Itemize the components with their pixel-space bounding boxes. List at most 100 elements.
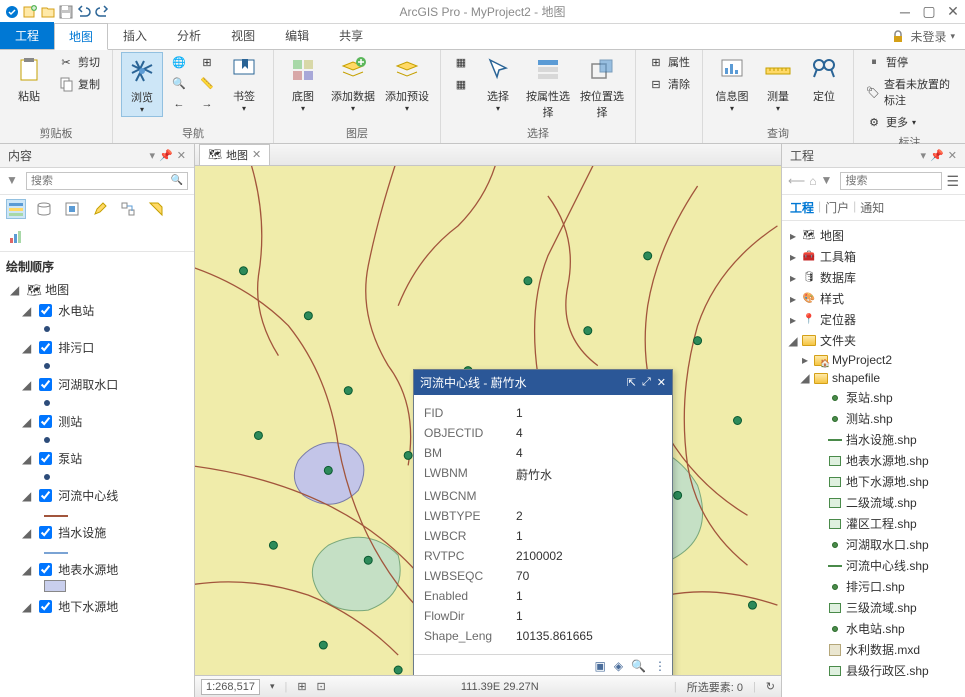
toc-layer[interactable]: ◢ 地下水源地 bbox=[22, 598, 188, 615]
toc-layer[interactable]: ◢ 河湖取水口 bbox=[22, 376, 188, 393]
project-file[interactable]: 测站.shp bbox=[786, 408, 961, 429]
list-by-chart-icon[interactable] bbox=[6, 227, 26, 247]
nav-full-extent[interactable]: 🌐 bbox=[167, 52, 191, 72]
filter-icon[interactable]: ▼ bbox=[820, 173, 836, 189]
auto-hide-icon[interactable]: ▾ bbox=[150, 149, 156, 162]
select-tool2[interactable]: ▦ bbox=[449, 74, 473, 94]
project-folder[interactable]: ▸🏠MyProject2 bbox=[786, 351, 961, 369]
pin-icon[interactable]: 📌 bbox=[159, 149, 173, 162]
project-folder[interactable]: ◢shapefile bbox=[786, 369, 961, 387]
project-file[interactable]: 地表水源地.shp bbox=[786, 450, 961, 471]
undo-icon[interactable] bbox=[76, 4, 92, 20]
project-file[interactable]: 挡水设施.shp bbox=[786, 429, 961, 450]
collapse-icon[interactable]: ◢ bbox=[22, 378, 31, 392]
collapse-icon[interactable]: ◢ bbox=[22, 526, 31, 540]
project-file[interactable]: 河流中心线.shp bbox=[786, 555, 961, 576]
popup-close-icon[interactable]: ✕ bbox=[657, 376, 666, 389]
project-root-item[interactable]: ▸📍定位器 bbox=[786, 309, 961, 330]
layer-visibility-checkbox[interactable] bbox=[39, 526, 52, 539]
list-by-editing-icon[interactable] bbox=[90, 199, 110, 219]
collapse-icon[interactable]: ◢ bbox=[800, 371, 810, 385]
copy-button[interactable]: 复制 bbox=[54, 74, 104, 94]
redo-icon[interactable] bbox=[94, 4, 110, 20]
add-data-button[interactable]: 添加数据▾ bbox=[328, 52, 378, 115]
clear-selection-button[interactable]: ⊟清除 bbox=[644, 74, 694, 94]
map-canvas[interactable]: 河流中心线 - 蔚竹水 ⇱ ⤢ ✕ FID1OBJECTID4BM4LWBNM蔚… bbox=[195, 166, 781, 675]
collapse-icon[interactable]: ◢ bbox=[22, 489, 31, 503]
project-root-item[interactable]: ▸🎨样式 bbox=[786, 288, 961, 309]
popup-zoom-icon[interactable]: 🔍 bbox=[631, 659, 646, 673]
scale-tool-icon[interactable]: ⊞ bbox=[297, 680, 306, 693]
nav-zoom-tool[interactable]: 🔍 bbox=[167, 73, 191, 93]
select-button[interactable]: 选择▾ bbox=[477, 52, 519, 115]
layer-visibility-checkbox[interactable] bbox=[39, 415, 52, 428]
project-search-input[interactable] bbox=[840, 172, 942, 190]
cut-button[interactable]: ✂剪切 bbox=[54, 52, 104, 72]
popup-menu-icon[interactable]: ⋮ bbox=[654, 659, 666, 673]
project-root-item[interactable]: ▸🗺地图 bbox=[786, 225, 961, 246]
project-file[interactable]: 灌区工程.shp bbox=[786, 513, 961, 534]
project-file[interactable]: 地下水源地.shp bbox=[786, 471, 961, 492]
toc-layer[interactable]: ◢ 泵站 bbox=[22, 450, 188, 467]
select-by-attr-button[interactable]: 按属性选择 bbox=[523, 52, 573, 122]
list-by-source-icon[interactable] bbox=[34, 199, 54, 219]
expand-icon[interactable]: ▸ bbox=[788, 250, 798, 264]
list-by-drawing-order-icon[interactable] bbox=[6, 199, 26, 219]
project-file[interactable]: 河湖取水口.shp bbox=[786, 534, 961, 555]
nav-back-icon[interactable]: ⟵ bbox=[788, 174, 805, 188]
menu-icon[interactable]: ☰ bbox=[946, 173, 959, 190]
project-file[interactable]: 二级流域.shp bbox=[786, 492, 961, 513]
more-label-button[interactable]: ⚙更多▾ bbox=[862, 112, 957, 132]
project-root-item[interactable]: ▸🛢数据库 bbox=[786, 267, 961, 288]
expand-icon[interactable]: ▸ bbox=[788, 313, 798, 327]
toc-layer[interactable]: ◢ 测站 bbox=[22, 413, 188, 430]
project-file[interactable]: 泵站.shp bbox=[786, 387, 961, 408]
collapse-icon[interactable]: ◢ bbox=[22, 563, 31, 577]
nav-next[interactable]: → bbox=[195, 94, 219, 114]
collapse-icon[interactable]: ◢ bbox=[22, 415, 31, 429]
pause-label-button[interactable]: ⏸暂停 bbox=[862, 52, 957, 72]
measure-button[interactable]: 测量▾ bbox=[757, 52, 799, 115]
app-menu-icon[interactable] bbox=[4, 4, 20, 20]
toc-map-group[interactable]: ◢ 🗺 地图 bbox=[10, 281, 188, 298]
collapse-icon[interactable]: ◢ bbox=[22, 341, 31, 355]
nav-scale[interactable]: 📏 bbox=[195, 73, 219, 93]
pin-icon[interactable]: 📌 bbox=[930, 149, 944, 162]
expand-icon[interactable]: ▸ bbox=[788, 271, 798, 285]
toc-layer[interactable]: ◢ 排污口 bbox=[22, 339, 188, 356]
refresh-icon[interactable]: ↻ bbox=[766, 680, 775, 693]
select-rect[interactable]: ▦ bbox=[449, 52, 473, 72]
add-preset-button[interactable]: 添加预设▾ bbox=[382, 52, 432, 115]
login-button[interactable]: 未登录 ▾ bbox=[880, 24, 965, 49]
basemap-button[interactable]: 底图▾ bbox=[282, 52, 324, 115]
save-project-icon[interactable] bbox=[58, 4, 74, 20]
project-tab-notify[interactable]: 通知 bbox=[860, 199, 884, 216]
collapse-icon[interactable]: ◢ bbox=[788, 334, 798, 348]
locate-button[interactable]: 定位 bbox=[803, 52, 845, 106]
project-folders-item[interactable]: ◢文件夹 bbox=[786, 330, 961, 351]
collapse-icon[interactable]: ◢ bbox=[22, 304, 31, 318]
layer-visibility-checkbox[interactable] bbox=[39, 489, 52, 502]
explore-button[interactable]: 浏览▾ bbox=[121, 52, 163, 117]
attributes-button[interactable]: ⊞属性 bbox=[644, 52, 694, 72]
auto-hide-icon[interactable]: ▾ bbox=[921, 149, 927, 162]
nav-home-icon[interactable]: ⌂ bbox=[809, 174, 816, 188]
layer-visibility-checkbox[interactable] bbox=[39, 341, 52, 354]
pause-drawing-icon[interactable]: ⊡ bbox=[317, 680, 326, 693]
expand-icon[interactable]: ▸ bbox=[788, 229, 798, 243]
list-by-selection-icon[interactable] bbox=[62, 199, 82, 219]
project-file[interactable]: 排污口.shp bbox=[786, 576, 961, 597]
tab-insert[interactable]: 插入 bbox=[108, 22, 162, 49]
layer-visibility-checkbox[interactable] bbox=[39, 563, 52, 576]
tab-share[interactable]: 共享 bbox=[324, 22, 378, 49]
minimize-icon[interactable]: ─ bbox=[897, 4, 913, 20]
project-file[interactable]: 水利数据.mxd bbox=[786, 639, 961, 660]
tab-view[interactable]: 视图 bbox=[216, 22, 270, 49]
close-pane-icon[interactable]: ✕ bbox=[177, 149, 186, 162]
expand-icon[interactable]: ▸ bbox=[800, 353, 810, 367]
layer-visibility-checkbox[interactable] bbox=[39, 452, 52, 465]
layer-visibility-checkbox[interactable] bbox=[39, 378, 52, 391]
project-file[interactable]: 县级行政区.shp bbox=[786, 660, 961, 681]
paste-button[interactable]: 粘贴 bbox=[8, 52, 50, 106]
close-window-icon[interactable]: ✕ bbox=[945, 4, 961, 20]
